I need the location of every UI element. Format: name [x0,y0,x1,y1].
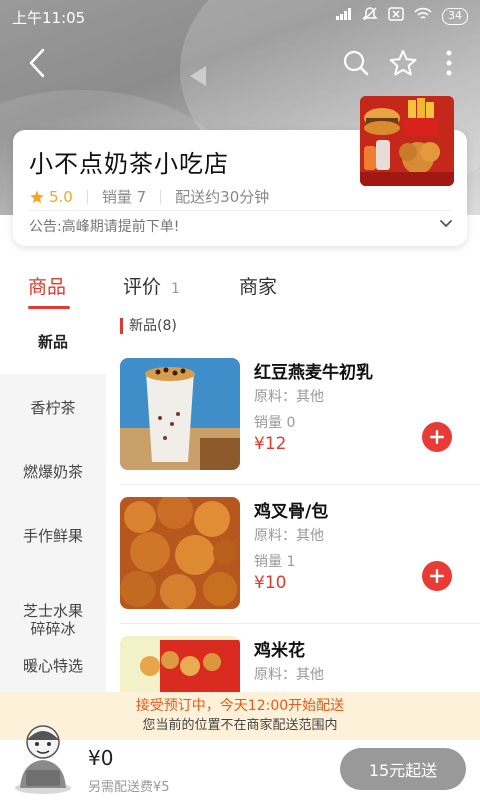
status-time: 上午11:05 [12,9,86,27]
product-image [120,636,240,692]
product-price: ¥10 [254,573,287,593]
section-title: 新品(8) [120,318,177,334]
cart-bar: ¥0 另需配送费¥5 15元起送 [0,725,480,800]
add-to-cart-button[interactable] [422,422,452,452]
cart-total: ¥0 [88,746,114,770]
product-name: 红豆燕麦牛初乳 [254,363,373,383]
close-box-icon [388,7,404,25]
preorder-notice: 接受预订中，今天12:00开始配送 [135,698,345,714]
shop-notice[interactable]: 公告:高峰期请提前下单! [29,216,179,236]
shop-rating: 5.0 [29,188,73,206]
product-ingredients: 原料：其他 [254,528,324,544]
delivery-time: 配送约30分钟 [175,188,270,206]
sidebar-item-lemon-tea[interactable]: 香柠茶 [0,398,106,418]
product-image [120,358,240,470]
divider [120,484,480,485]
sidebar-item-special[interactable]: 暖心特选 [0,656,106,676]
back-icon[interactable] [20,46,54,80]
sidebar-item-milk-tea[interactable]: 燃爆奶茶 [0,462,106,482]
product-ingredients: 原料：其他 [254,389,324,405]
sidebar-item-fresh-fruit[interactable]: 手作鲜果 [0,526,106,546]
status-bar: 上午11:05 34 [0,0,480,32]
tab-reviews-count: 1 [171,281,180,297]
delivery-fee: 另需配送费¥5 [88,780,170,795]
tab-reviews-label: 评价 [123,276,162,298]
rating-value: 5.0 [49,187,73,206]
product-list: 新品(8) 红豆燕麦牛初乳 原料：其他 销量 0 ¥12 鸡叉骨/包 原料：其他… [106,312,480,692]
rating-star-icon [30,190,44,203]
add-to-cart-button[interactable] [422,561,452,591]
top-navigation [0,40,480,86]
shop-stats: 5.0 销量 7 配送约30分钟 [29,186,269,207]
product-sales: 销量 1 [254,554,296,570]
sidebar-item-label: 新品 [37,333,68,351]
tab-bar: 商品 评价 1 商家 [0,262,480,312]
list-item[interactable]: 鸡叉骨/包 原料：其他 销量 1 ¥10 [106,497,480,637]
product-image [120,497,240,609]
battery-icon: 34 [442,7,468,25]
sidebar-item-label: 燃爆奶茶 [22,463,83,481]
sidebar-item-cheese-fruit[interactable]: 芝士水果 碎碎冰 [0,584,106,638]
tab-reviews[interactable]: 评价 1 [123,272,180,299]
chevron-down-icon[interactable] [439,216,453,235]
cart-icon[interactable] [12,718,74,794]
shop-sales: 销量 7 [101,188,147,206]
tab-merchant[interactable]: 商家 [239,272,277,299]
more-icon[interactable] [432,46,466,80]
sidebar-item-label: 手作鲜果 [22,527,83,545]
plus-icon [430,569,444,583]
shop-name: 小不点奶茶小吃店 [29,150,229,178]
sidebar-item-new[interactable]: 新品 [0,312,106,374]
sidebar-item-label: 暖心特选 [22,657,83,675]
product-sales: 销量 0 [254,415,296,431]
tab-goods[interactable]: 商品 [28,272,66,299]
product-ingredients: 原料：其他 [254,667,324,683]
sidebar-item-label: 芝士水果 碎碎冰 [22,602,83,638]
search-icon[interactable] [339,46,373,80]
mute-icon [362,6,378,26]
star-icon[interactable] [386,46,420,80]
checkout-button[interactable]: 15元起送 [340,748,466,790]
signal-icon [336,8,352,24]
wifi-icon [414,7,432,25]
category-sidebar: 新品 香柠茶 燃爆奶茶 手作鲜果 芝士水果 碎碎冰 暖心特选 [0,312,106,692]
product-name: 鸡米花 [254,641,305,661]
list-item[interactable]: 鸡米花 原料：其他 [106,636,480,692]
plus-icon [430,430,444,444]
list-item[interactable]: 红豆燕麦牛初乳 原料：其他 销量 0 ¥12 [106,358,480,498]
sidebar-item-label: 香柠茶 [30,399,76,417]
divider [120,623,480,624]
product-name: 鸡叉骨/包 [254,502,329,522]
tab-active-indicator [28,306,70,309]
card-divider [29,210,451,211]
product-price: ¥12 [254,434,287,454]
shop-logo [360,96,454,186]
